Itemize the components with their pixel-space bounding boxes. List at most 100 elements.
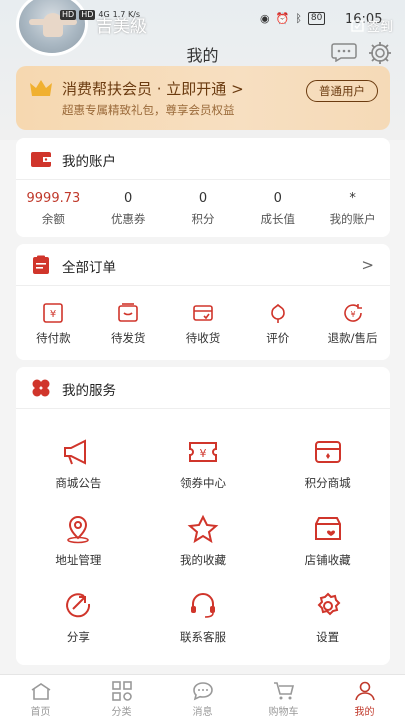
service-announcements[interactable]: 商城公告: [16, 437, 141, 514]
member-level-badge[interactable]: 普通用户: [306, 80, 378, 102]
account-card-header: 我的账户: [16, 138, 390, 180]
signin-label: 签到: [366, 20, 393, 35]
account-item-myaccount[interactable]: * 我的账户: [315, 191, 390, 237]
account-item-points[interactable]: 0 积分: [166, 191, 241, 237]
balance-value: 9999.73: [26, 191, 81, 206]
service-favorites-label: 我的收藏: [179, 553, 226, 567]
services-card: 我的服务 商城公告 ¥ 领券中心 积分商城 地址管理 我的收藏 店铺收藏 分享: [16, 367, 390, 665]
cart-icon: [273, 682, 294, 700]
account-item-balance[interactable]: 9999.73 余额: [16, 191, 91, 237]
wallet-icon: [31, 152, 51, 167]
tab-mine-label: 我的: [354, 707, 375, 718]
order-pending-payment[interactable]: ¥ 待付款: [16, 302, 91, 360]
services-title: 我的服务: [62, 383, 116, 399]
signin-icon: [351, 20, 364, 32]
tab-cart[interactable]: 购物车: [243, 675, 324, 720]
vip-subtitle: 超惠专属精致礼包，尊享会员权益: [62, 103, 235, 117]
service-address[interactable]: 地址管理: [16, 514, 141, 591]
account-item-growth[interactable]: 0 成长值: [240, 191, 315, 237]
service-coupon-center[interactable]: ¥ 领券中心: [141, 437, 266, 514]
tab-category[interactable]: 分类: [81, 675, 162, 720]
coupons-label: 优惠券: [110, 212, 146, 226]
order-pending-shipment-label: 待发货: [110, 331, 146, 345]
service-points-mall-label: 积分商城: [304, 476, 351, 490]
receipt-icon: [193, 305, 213, 321]
coupon-icon: ¥: [188, 442, 217, 462]
service-coupon-center-label: 领券中心: [179, 476, 226, 490]
service-address-label: 地址管理: [55, 553, 102, 567]
chat-icon[interactable]: [331, 42, 357, 62]
account-item-coupons[interactable]: 0 优惠券: [91, 191, 166, 237]
coupons-value: 0: [124, 191, 133, 206]
service-store-favorites[interactable]: 店铺收藏: [265, 514, 390, 591]
growth-value: 0: [273, 191, 282, 206]
username: 吉美級: [96, 17, 147, 37]
points-value: 0: [198, 191, 208, 206]
tab-category-label: 分类: [111, 707, 132, 718]
service-share-label: 分享: [66, 630, 90, 644]
settings-icon: [317, 592, 341, 616]
service-announcements-label: 商城公告: [55, 476, 102, 490]
flower-icon: [270, 303, 285, 323]
headset-icon: [190, 593, 215, 618]
vip-title: 消费帮扶会员 · 立即开通 >: [62, 80, 244, 98]
account-title: 我的账户: [62, 154, 116, 170]
chevron-right-icon: >: [361, 256, 374, 274]
order-pending-shipment[interactable]: 待发货: [91, 302, 166, 360]
message-icon: [192, 682, 213, 701]
service-favorites[interactable]: 我的收藏: [141, 514, 266, 591]
sim2-badge: HD: [79, 10, 96, 20]
refund-icon: ¥: [343, 304, 362, 322]
box-icon: [118, 303, 138, 322]
service-customer-support-label: 联系客服: [179, 630, 226, 644]
order-pending-payment-label: 待付款: [36, 331, 71, 345]
eye-icon: ◉: [260, 12, 270, 25]
home-icon: [31, 683, 50, 700]
service-settings-label: 设置: [316, 630, 340, 644]
location-icon: [67, 515, 90, 544]
growth-label: 成长值: [260, 212, 296, 226]
svg-text:¥: ¥: [199, 447, 206, 460]
balance-label: 余额: [41, 212, 65, 226]
tab-mine[interactable]: 我的: [324, 675, 405, 720]
tab-messages[interactable]: 消息: [162, 675, 243, 720]
tab-home-label: 首页: [30, 707, 51, 718]
category-icon: [111, 681, 132, 701]
order-review-label: 评价: [266, 331, 290, 345]
star-icon: [187, 514, 219, 544]
order-pending-receipt[interactable]: 待收货: [166, 302, 241, 360]
megaphone-icon: [64, 439, 87, 465]
orders-card-header[interactable]: 全部订单 >: [16, 244, 390, 286]
myaccount-value: *: [349, 191, 356, 206]
service-store-favorites-label: 店铺收藏: [304, 553, 351, 567]
svg-text:¥: ¥: [350, 310, 355, 319]
order-refund-label: 退款/售后: [327, 331, 378, 345]
user-icon: [354, 681, 375, 701]
crown-icon: [30, 80, 52, 96]
services-card-header: 我的服务: [16, 367, 390, 409]
order-refund[interactable]: ¥ 退款/售后: [315, 302, 390, 360]
tab-messages-label: 消息: [192, 707, 213, 718]
bottom-tab-bar: 首页 分类 消息 购物车 我的: [0, 674, 405, 720]
store-heart-icon: [314, 517, 341, 540]
orders-title: 全部订单: [62, 260, 116, 276]
wallet-yen-icon: ¥: [43, 303, 64, 323]
service-points-mall[interactable]: 积分商城: [265, 437, 390, 514]
myaccount-label: 我的账户: [329, 212, 376, 226]
share-icon: [66, 593, 91, 618]
points-label: 积分: [191, 212, 215, 226]
order-pending-receipt-label: 待收货: [185, 331, 221, 345]
service-settings[interactable]: 设置: [265, 591, 390, 668]
orders-card: 全部订单 > ¥ 待付款 待发货 待收货 评价 ¥ 退款/售后: [16, 244, 390, 360]
tab-home[interactable]: 首页: [0, 675, 81, 720]
bluetooth-icon: ᛒ: [295, 12, 302, 25]
gear-icon[interactable]: [367, 40, 393, 66]
clipboard-icon: [33, 255, 49, 274]
account-card: 我的账户 9999.73 余额 0 优惠券 0 积分 0 成长值 * 我的账户: [16, 138, 390, 237]
service-share[interactable]: 分享: [16, 591, 141, 668]
vip-banner[interactable]: 消费帮扶会员 · 立即开通 > 超惠专属精致礼包，尊享会员权益 普通用户: [16, 66, 390, 130]
order-review[interactable]: 评价: [240, 302, 315, 360]
signin-button[interactable]: 签到: [351, 16, 393, 35]
service-customer-support[interactable]: 联系客服: [141, 591, 266, 668]
clover-icon: [32, 379, 50, 397]
